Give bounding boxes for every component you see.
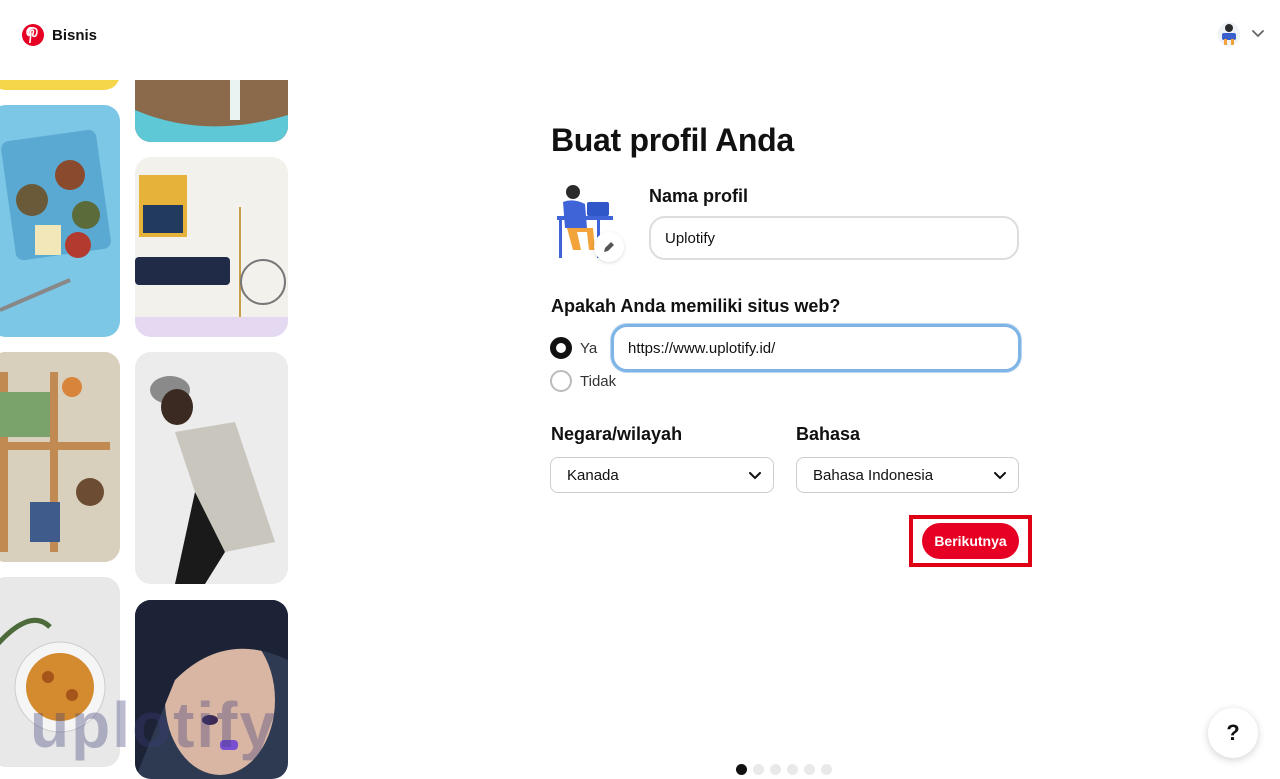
pin-image-waterfall [135, 80, 288, 142]
chevron-down-icon [994, 467, 1006, 484]
radio-no-option[interactable]: Tidak [550, 370, 616, 392]
website-question-label: Apakah Anda memiliki situs web? [551, 296, 841, 316]
highlight-box: Berikutnya [909, 515, 1032, 567]
language-select-value: Bahasa Indonesia [813, 466, 934, 484]
next-button[interactable]: Berikutnya [922, 523, 1019, 559]
page-title: Buat profil Anda [551, 122, 794, 158]
help-button[interactable]: ? [1208, 708, 1258, 758]
pin-image-portrait [135, 600, 288, 779]
country-label: Negara/wilayah [551, 424, 683, 444]
language-label: Bahasa [796, 424, 861, 444]
pinterest-logo-icon [22, 24, 44, 46]
page-dot-1[interactable] [736, 764, 747, 775]
pin-image-food-bowl [0, 577, 120, 767]
page-dot-3[interactable] [770, 764, 781, 775]
page-dot-2[interactable] [753, 764, 764, 775]
profile-name-input[interactable] [649, 216, 1019, 260]
brand-name: Bisnis [52, 26, 98, 44]
pin-image-fashion-man [135, 352, 288, 584]
country-select[interactable]: Kanada [550, 457, 774, 493]
page-dot-6[interactable] [821, 764, 832, 775]
pin-image-top-yellow [0, 80, 120, 90]
chevron-down-icon[interactable] [1252, 25, 1264, 43]
account-menu[interactable] [1218, 22, 1264, 46]
country-select-value: Kanada [567, 466, 619, 484]
user-avatar-icon[interactable] [1218, 22, 1240, 46]
profile-name-label: Nama profil [649, 186, 749, 206]
pagination-dots [736, 764, 832, 775]
page-dot-5[interactable] [804, 764, 815, 775]
brand-logo[interactable]: Bisnis [22, 24, 97, 46]
edit-pencil-icon[interactable] [594, 232, 624, 262]
pin-image-living-room [135, 157, 288, 337]
radio-no[interactable] [550, 370, 572, 392]
language-select[interactable]: Bahasa Indonesia [796, 457, 1019, 493]
pin-image-food-tray [0, 105, 120, 337]
radio-yes-label: Ya [580, 339, 598, 357]
pin-image-playroom [0, 352, 120, 562]
radio-yes-option[interactable]: Ya [550, 337, 597, 359]
chevron-down-icon [749, 467, 761, 484]
website-url-input[interactable] [611, 324, 1021, 372]
page-dot-4[interactable] [787, 764, 798, 775]
pin-collage [0, 80, 300, 779]
radio-no-label: Tidak [580, 372, 617, 390]
radio-yes[interactable] [550, 337, 572, 359]
